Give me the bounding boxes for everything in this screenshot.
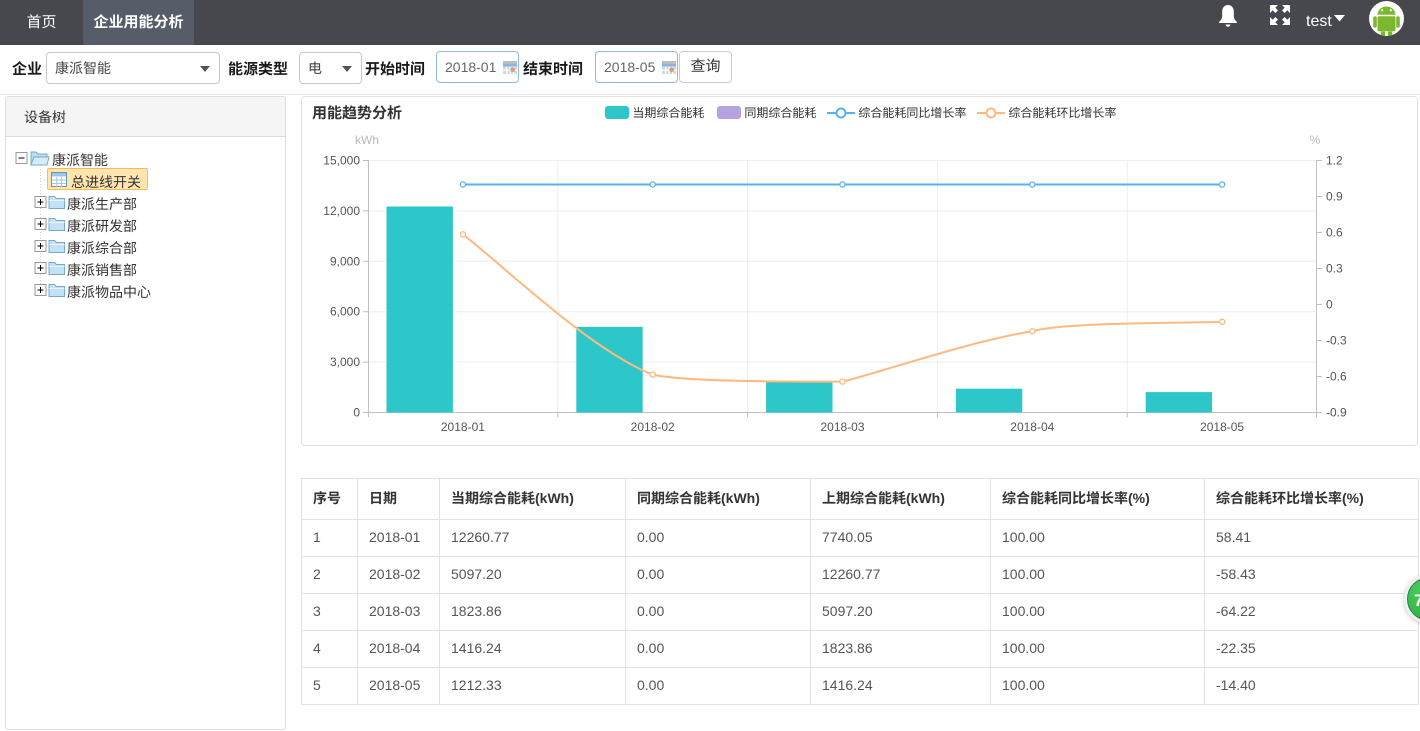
svg-text:12,000: 12,000 [323,204,360,218]
svg-text:-0.3: -0.3 [1326,334,1347,348]
svg-text:2018-02: 2018-02 [631,420,675,434]
svg-text:0.3: 0.3 [1326,262,1343,276]
svg-text:6,000: 6,000 [330,305,360,319]
svg-text:0.6: 0.6 [1326,226,1343,240]
svg-text:0: 0 [1326,298,1333,312]
svg-text:9,000: 9,000 [330,254,360,268]
svg-text:-0.9: -0.9 [1326,406,1347,420]
svg-text:kWh: kWh [355,133,379,147]
svg-text:2018-01: 2018-01 [441,420,485,434]
svg-text:0: 0 [353,406,360,420]
svg-text:-0.6: -0.6 [1326,370,1347,384]
svg-text:2018-04: 2018-04 [1010,420,1054,434]
svg-text:1.2: 1.2 [1326,154,1343,168]
svg-text:2018-05: 2018-05 [1200,420,1244,434]
svg-text:3,000: 3,000 [330,355,360,369]
svg-text:%: % [1310,133,1321,147]
svg-text:0.9: 0.9 [1326,190,1343,204]
svg-text:15,000: 15,000 [323,154,360,168]
svg-text:2018-03: 2018-03 [820,420,864,434]
